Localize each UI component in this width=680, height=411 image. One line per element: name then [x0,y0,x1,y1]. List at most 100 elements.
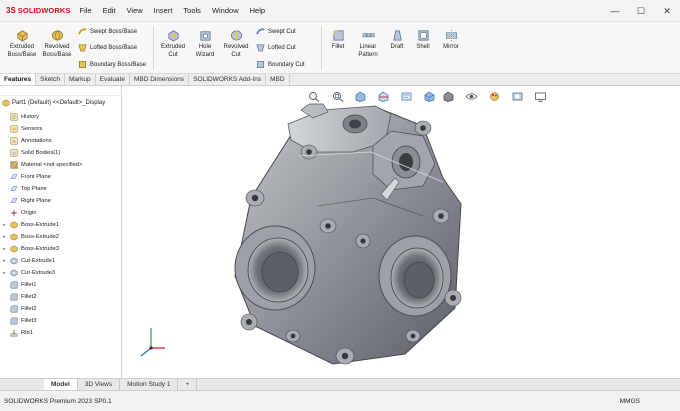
annotations-icon: A [10,137,18,145]
boundary-cut-label: Boundary Cut [268,61,305,68]
draft-button[interactable]: Draft [387,29,407,52]
tab-markup[interactable]: Markup [65,74,96,85]
maximize-button[interactable]: ☐ [628,6,654,17]
menu-insert[interactable]: Insert [148,6,178,15]
tree-root-part[interactable]: Part1 (Default) <<Default>_Display [2,99,105,107]
extruded-boss-button[interactable]: Extruded Boss/Base [6,29,38,59]
tree-item[interactable]: History [0,111,122,123]
tree-item[interactable]: Top Plane [0,183,122,195]
graphics-area[interactable] [123,86,680,378]
menu-edit[interactable]: Edit [97,6,121,15]
fillet-icon [10,281,18,289]
ribbon-separator [153,26,154,70]
extruded-cut-icon [167,30,179,42]
boundary-cut-button[interactable]: Boundary Cut [256,60,305,69]
unit-system[interactable]: MMGS [620,398,640,405]
tab-model[interactable]: Model [44,379,78,390]
ds-logo-icon: 3S [6,6,16,15]
tree-item-label: Right Plane [21,198,51,204]
app-name: SOLIDWORKS [17,6,71,15]
swept-boss-icon [78,28,87,35]
menu-view[interactable]: View [121,6,148,15]
tree-item[interactable]: Fillet3 [0,315,122,327]
tab-mbd-dimensions[interactable]: MBD Dimensions [130,74,190,85]
origin-icon [10,209,18,217]
tree-item[interactable]: ▸ Boss-Extrude2 [0,231,122,243]
swept-boss-button[interactable]: Swept Boss/Base [78,27,137,36]
linear-pattern-button[interactable]: Linear Pattern [353,29,383,59]
tree-item[interactable]: A Annotations [0,135,122,147]
tree-item[interactable]: ▸ Cut-Extrude3 [0,267,122,279]
tree-item[interactable]: Fillet1 [0,279,122,291]
expand-arrow-icon[interactable]: ▸ [0,270,9,276]
menu-file[interactable]: File [74,6,97,15]
fillet-button[interactable]: Fillet [328,29,348,52]
tab-mbd[interactable]: MBD [266,74,290,85]
model-view-tabs: Model 3D Views Motion Study 1 + [0,378,680,390]
feature-manager-tree: Part1 (Default) <<Default>_Display Histo… [0,86,122,378]
tree-item[interactable]: Fillet2 [0,303,122,315]
fillet-label: Fillet [331,44,345,50]
fillet-icon [10,317,18,325]
add-tab-button[interactable]: + [178,379,198,390]
tree-item[interactable]: Sensors [0,123,122,135]
tab-evaluate[interactable]: Evaluate [96,74,130,85]
hole-wizard-icon [199,31,211,41]
linear-pattern-icon [362,33,374,38]
boundary-boss-button[interactable]: Boundary Boss/Base [78,60,146,69]
tree-item[interactable]: Solid Bodies(1) [0,147,122,159]
lofted-cut-button[interactable]: Lofted Cut [256,43,296,52]
expand-arrow-icon[interactable]: ▸ [0,258,9,264]
expand-arrow-icon[interactable]: ▸ [0,246,9,252]
fillet-icon [10,305,18,313]
close-button[interactable]: ✕ [654,6,680,17]
menu-help[interactable]: Help [244,6,270,15]
tree-item-label: Origin [21,210,37,216]
tab-motion-study-1[interactable]: Motion Study 1 [120,379,179,390]
mirror-button[interactable]: Mirror [439,29,463,52]
menu-window[interactable]: Window [206,6,244,15]
tree-item[interactable]: Front Plane [0,171,122,183]
tab-3d-views[interactable]: 3D Views [78,379,121,390]
tree-item-label: Sensors [21,126,43,132]
hole-wizard-button[interactable]: Hole Wizard [192,29,218,59]
part-icon [2,99,10,107]
revolved-cut-button[interactable]: Revolved Cut [221,29,251,59]
tree-item-label: Material <not specified> [21,162,83,168]
expand-arrow-icon[interactable]: ▸ [0,234,9,240]
tree-item-label: Fillet2 [21,306,37,312]
tree-item-label: Solid Bodies(1) [21,150,61,156]
tree-item[interactable]: Fillet2 [0,291,122,303]
shell-button[interactable]: Shell [413,29,433,52]
swept-cut-label: Swept Cut [268,28,296,35]
solidworks-logo[interactable]: 3S SOLIDWORKS [0,6,74,15]
expand-arrow-icon[interactable]: ▸ [0,222,9,228]
tree-item[interactable]: Material <not specified> [0,159,122,171]
minimize-button[interactable]: — [602,6,628,16]
gearbox-housing-model[interactable] [123,86,680,378]
tab-solidworks-add-ins[interactable]: SOLIDWORKS Add-Ins [189,74,267,85]
revolved-boss-label: Revolved Boss/Base [42,44,72,58]
tree-item[interactable]: ▸ Boss-Extrude1 [0,219,122,231]
tree-items: History Sensors A Annotations Solid Bodies(1… [0,111,122,339]
extrude-icon [10,221,18,229]
revolved-boss-button[interactable]: Revolved Boss/Base [40,29,74,59]
tree-item-label: Annotations [21,138,52,144]
tree-item[interactable]: ▸ Boss-Extrude3 [0,243,122,255]
tree-item[interactable]: Right Plane [0,195,122,207]
shell-label: Shell [416,44,430,50]
extruded-cut-button[interactable]: Extruded Cut [158,29,188,59]
tree-item[interactable]: ▸ Cut-Extrude1 [0,255,122,267]
tree-item[interactable]: Origin [0,207,122,219]
lofted-cut-label: Lofted Cut [268,44,296,51]
lofted-boss-button[interactable]: Lofted Boss/Base [78,43,137,52]
tab-features[interactable]: Features [0,74,37,85]
material-icon [10,161,18,169]
plane-icon [10,174,18,179]
swept-cut-button[interactable]: Swept Cut [256,27,296,36]
tab-sketch[interactable]: Sketch [36,74,65,85]
menu-tools[interactable]: Tools [178,6,207,15]
tree-item[interactable]: Rib1 [0,327,122,339]
mirror-icon [445,29,457,42]
revolved-boss-icon [51,30,63,41]
